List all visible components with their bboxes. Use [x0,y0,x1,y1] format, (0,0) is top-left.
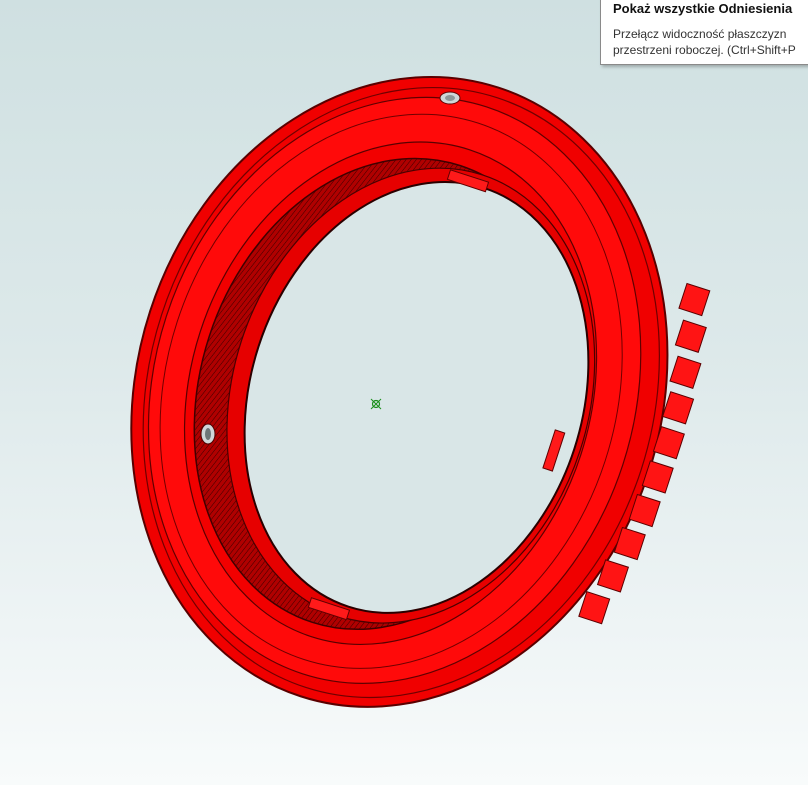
graphics-viewport[interactable]: Pokaż wszystkie Odniesienia Przełącz wid… [0,0,808,785]
origin-marker-icon [370,398,382,410]
tooltip-line-2: przestrzeni roboczej. (Ctrl+Shift+P [613,43,796,57]
tooltip-title: Pokaż wszystkie Odniesienia [613,1,793,16]
screw-hole-left [200,423,216,445]
screw-hole-top [439,91,461,105]
tooltip-line-1: Przełącz widoczność płaszczyzn [613,27,787,41]
tooltip: Pokaż wszystkie Odniesienia Przełącz wid… [600,0,808,65]
tooltip-description: Przełącz widoczność płaszczyzn przestrze… [613,26,808,58]
lens-adapter-ring-model[interactable] [0,0,808,785]
